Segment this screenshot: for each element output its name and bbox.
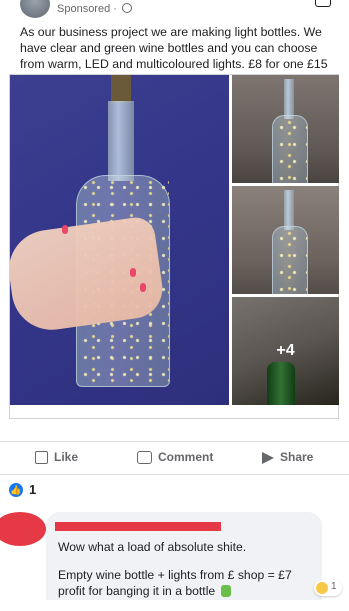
action-bar: Like Comment Share (0, 441, 349, 475)
page-avatar[interactable] (20, 0, 50, 18)
more-photos-count: +4 (276, 342, 295, 359)
thumbnail-photo-1[interactable] (232, 75, 339, 183)
thumbs-up-icon (35, 451, 48, 464)
comment-line-1: Wow what a load of absolute shite. (58, 540, 247, 554)
photo-grid: +4 (9, 74, 339, 419)
comment-label: Comment (158, 450, 214, 464)
comment-button[interactable]: Comment (137, 450, 213, 464)
sponsored-label[interactable]: Sponsored · (57, 3, 132, 15)
share-icon (262, 452, 274, 464)
thumbnail-photo-2[interactable] (232, 186, 339, 294)
comment-reaction-count: 1 (331, 581, 337, 592)
nail-decoration (62, 225, 68, 234)
comment-text: Wow what a load of absolute shite. Empty… (58, 539, 318, 611)
share-button[interactable]: Share (262, 450, 313, 464)
globe-icon (122, 3, 132, 13)
man-emoji-icon (220, 585, 231, 597)
redacted-name (55, 522, 221, 531)
commenter-avatar[interactable] (0, 512, 46, 546)
haha-icon (316, 582, 328, 594)
nail-decoration (140, 283, 146, 292)
comment-icon (137, 451, 152, 464)
nail-decoration (130, 268, 136, 277)
comment-bubble: Wow what a load of absolute shite. Empty… (46, 512, 322, 600)
comment-line-2: Empty wine bottle + lights from £ shop =… (58, 568, 292, 598)
comment-reaction-badge[interactable]: 1 (314, 580, 342, 596)
more-options-icon[interactable] (315, 0, 331, 7)
post-header: Sponsored · (0, 0, 349, 22)
like-reaction-icon: 👍 (9, 483, 23, 497)
like-button[interactable]: Like (35, 450, 78, 464)
reaction-count: 1 (29, 482, 37, 497)
sponsored-text: Sponsored (57, 3, 111, 15)
thumbnail-photo-more[interactable]: +4 (232, 297, 339, 405)
share-label: Share (280, 450, 314, 464)
like-label: Like (54, 450, 79, 464)
main-photo[interactable] (10, 75, 229, 405)
